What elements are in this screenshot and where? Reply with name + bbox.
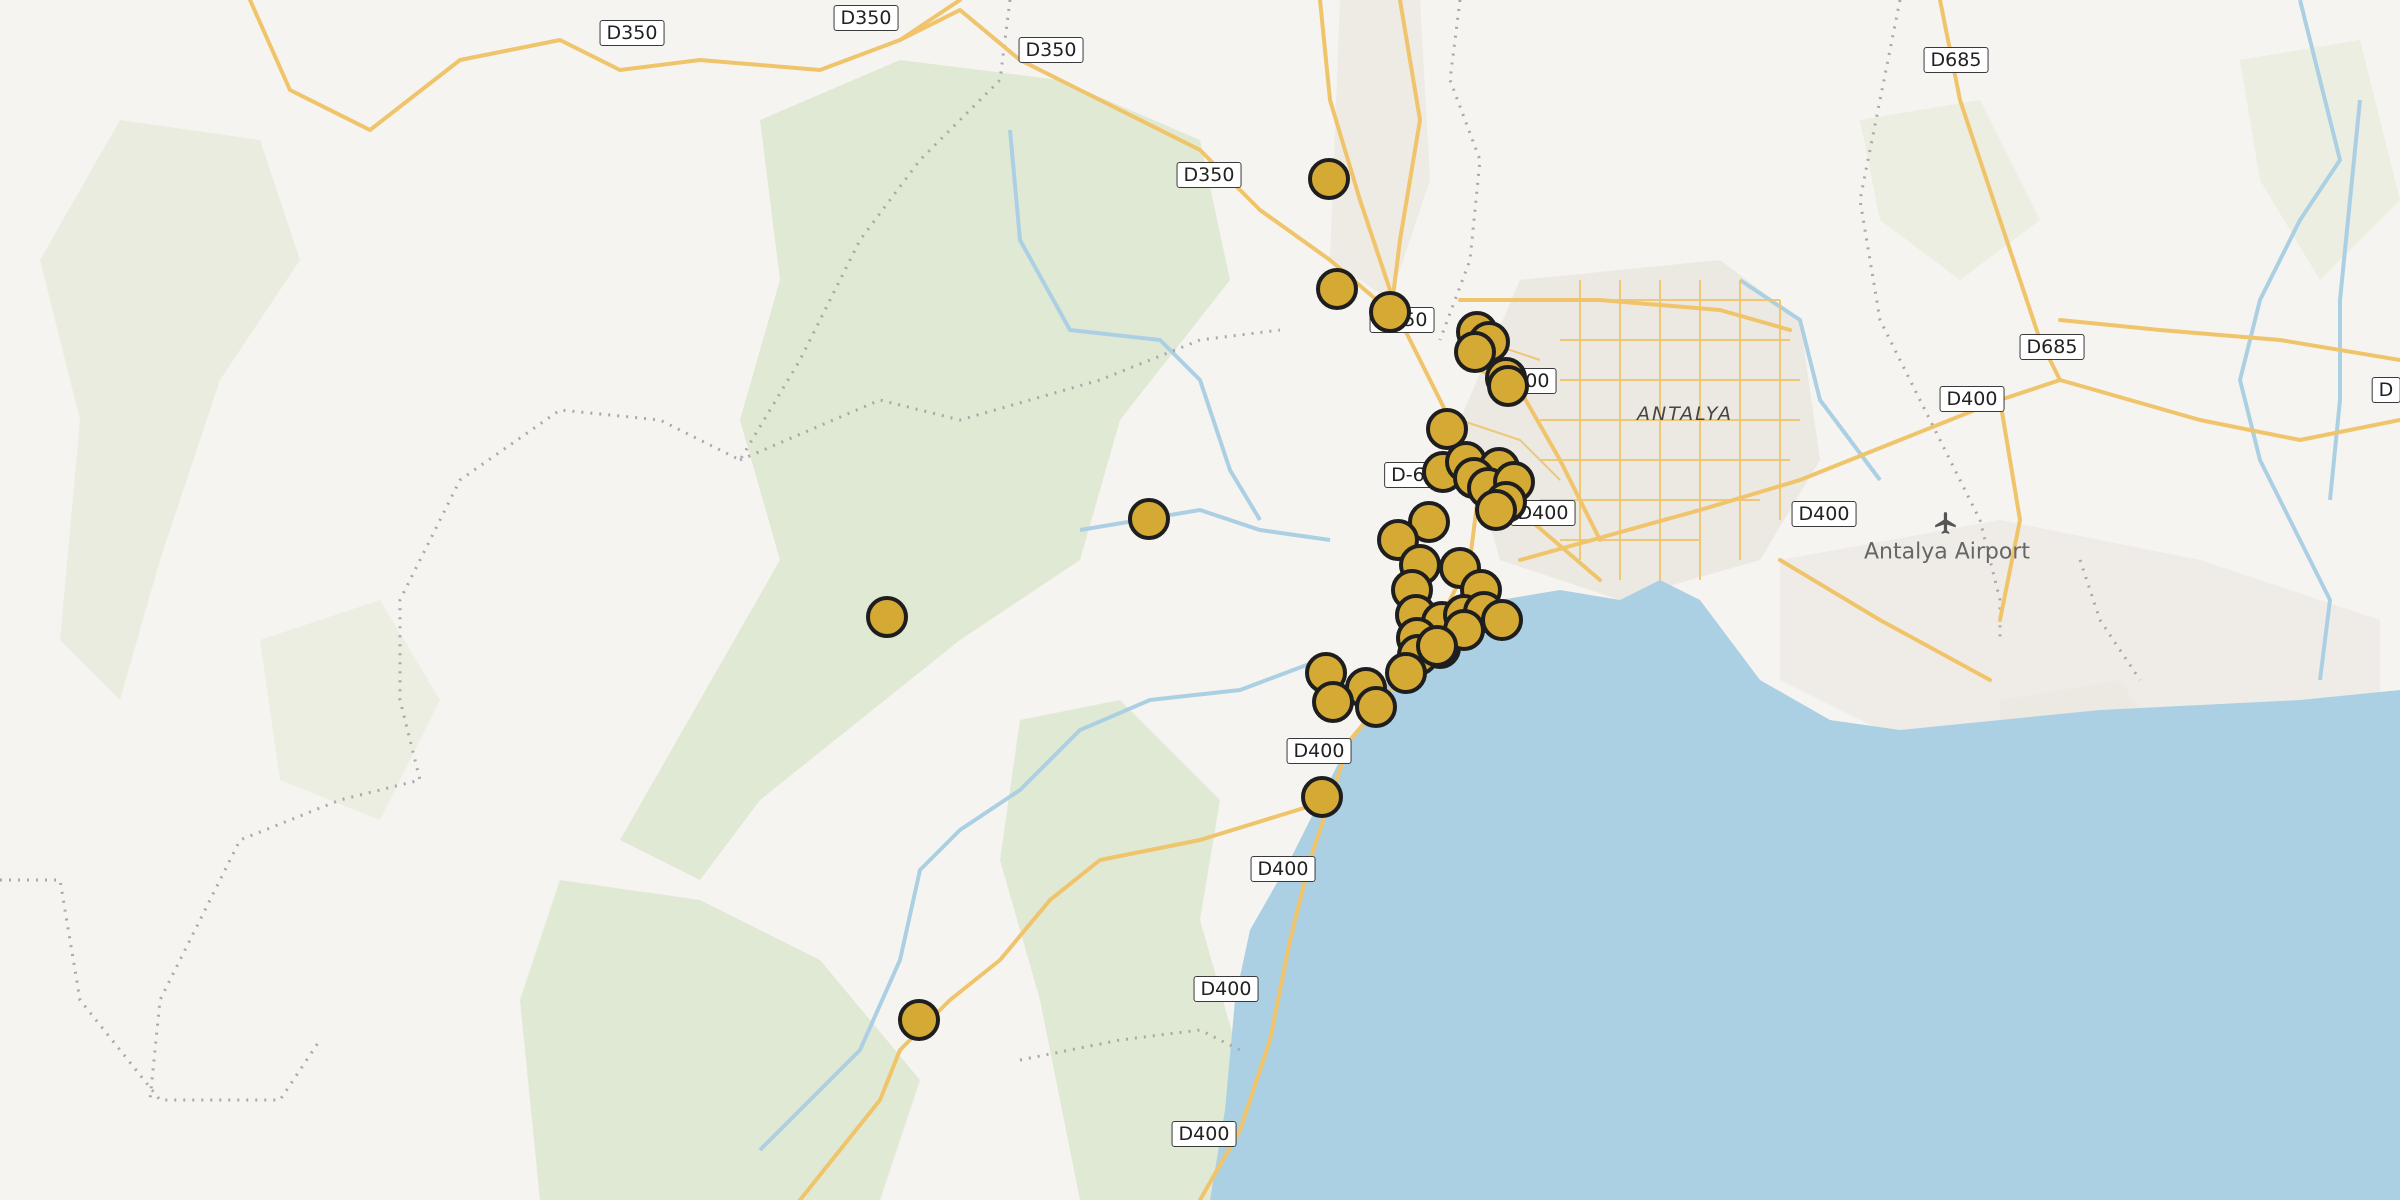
road-shield: D400	[1286, 738, 1352, 764]
road-shield: D685	[1923, 47, 1989, 73]
city-label: ANTALYA	[1637, 403, 1733, 425]
road-shield: D350	[599, 20, 665, 46]
road-shield: D400	[1939, 386, 2005, 412]
location-marker[interactable]	[1416, 625, 1458, 667]
location-marker[interactable]	[1487, 365, 1529, 407]
map-canvas[interactable]: ANTALYA Antalya Airport D350 D350 D350 D350…	[0, 0, 2400, 1200]
road-shield: D350	[1018, 37, 1084, 63]
airplane-icon	[1935, 512, 1956, 534]
road-shield: D400	[1193, 976, 1259, 1002]
road-shield: D400	[1250, 856, 1316, 882]
location-marker[interactable]	[866, 596, 908, 638]
location-marker[interactable]	[1481, 599, 1523, 641]
road-shield: D350	[1176, 162, 1242, 188]
location-marker[interactable]	[1355, 686, 1397, 728]
road-shield: D400	[1171, 1121, 1237, 1147]
location-marker[interactable]	[1128, 498, 1170, 540]
location-marker[interactable]	[1301, 776, 1343, 818]
road-shield: D	[2371, 377, 2400, 403]
location-marker[interactable]	[1475, 489, 1517, 531]
location-marker[interactable]	[898, 999, 940, 1041]
road-shield: D350	[833, 5, 899, 31]
location-marker[interactable]	[1369, 291, 1411, 333]
road-shield: D400	[1791, 501, 1857, 527]
airport-label: Antalya Airport	[1863, 539, 2031, 565]
location-marker[interactable]	[1312, 681, 1354, 723]
road-shield: D685	[2019, 334, 2085, 360]
location-marker[interactable]	[1316, 268, 1358, 310]
location-marker[interactable]	[1308, 158, 1350, 200]
